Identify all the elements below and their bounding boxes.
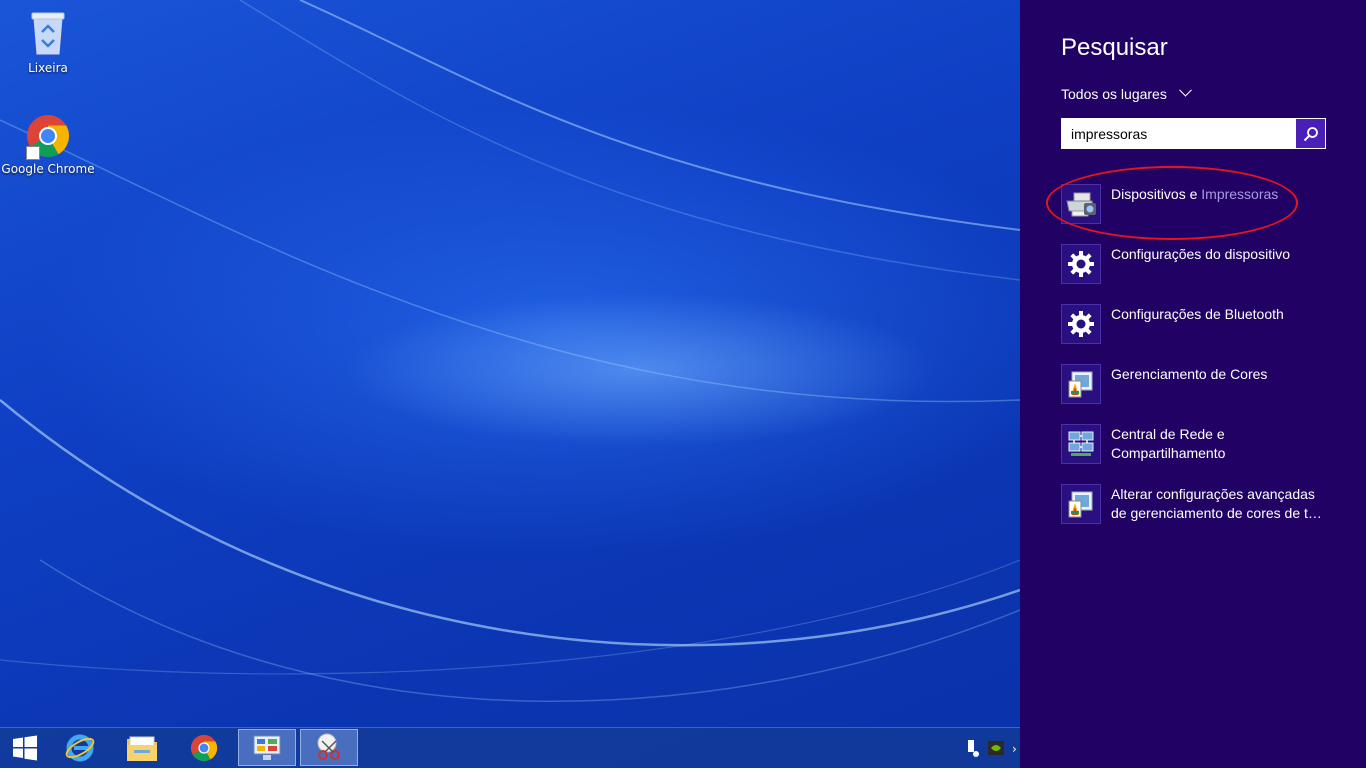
network-icon bbox=[1061, 424, 1101, 464]
search-result-advanced-color-settings[interactable]: Alterar configurações avançadas de geren… bbox=[1061, 484, 1351, 526]
svg-text:›: › bbox=[1012, 742, 1017, 756]
desktop-icon-label: Lixeira bbox=[28, 61, 68, 75]
chevron-down-icon bbox=[1178, 83, 1192, 97]
search-result-network-center[interactable]: Central de Rede e Compartilhamento bbox=[1061, 424, 1351, 466]
internet-explorer-icon bbox=[65, 734, 95, 761]
taskbar-file-explorer[interactable] bbox=[114, 729, 170, 766]
search-result-device-settings[interactable]: Configurações do dispositivo bbox=[1061, 244, 1351, 286]
shortcut-arrow-icon bbox=[26, 146, 40, 160]
taskbar-internet-explorer[interactable] bbox=[52, 729, 108, 766]
search-scope-dropdown[interactable]: Todos os lugares bbox=[1061, 83, 1192, 102]
search-pane: Pesquisar Todos os lugares Dispositivos … bbox=[1020, 0, 1366, 768]
search-result-bluetooth-settings[interactable]: Configurações de Bluetooth bbox=[1061, 304, 1351, 346]
search-box bbox=[1061, 118, 1326, 149]
search-input[interactable] bbox=[1062, 119, 1314, 148]
taskbar-control-panel[interactable] bbox=[238, 729, 296, 766]
search-result-label: Central de Rede e Compartilhamento bbox=[1111, 426, 1226, 461]
action-center-icon bbox=[968, 740, 979, 757]
folder-icon bbox=[127, 736, 157, 761]
taskbar-snipping-tool[interactable] bbox=[300, 729, 358, 766]
wallpaper-swirls bbox=[0, 0, 1020, 703]
desktop-icon-recycle-bin[interactable]: Lixeira bbox=[0, 8, 96, 75]
desktop-icon-chrome[interactable]: Google Chrome bbox=[0, 112, 96, 176]
color-management-icon bbox=[1061, 484, 1101, 524]
chrome-icon bbox=[24, 112, 72, 160]
search-title: Pesquisar bbox=[1061, 34, 1168, 61]
search-scope-label: Todos os lugares bbox=[1061, 86, 1167, 102]
start-button[interactable] bbox=[0, 729, 50, 766]
search-result-label: Configurações de Bluetooth bbox=[1111, 306, 1284, 322]
search-result-label: Alterar configurações avançadas de geren… bbox=[1111, 486, 1322, 521]
system-tray: › bbox=[960, 728, 1020, 768]
search-button[interactable] bbox=[1296, 119, 1325, 148]
desktop-icon-label: Google Chrome bbox=[1, 162, 95, 176]
search-result-color-management[interactable]: Gerenciamento de Cores bbox=[1061, 364, 1351, 406]
nvidia-icon bbox=[988, 741, 1004, 755]
color-management-icon bbox=[1061, 364, 1101, 404]
windows-logo-icon bbox=[13, 735, 37, 760]
scissors-icon bbox=[317, 733, 340, 760]
recycle-bin-icon bbox=[0, 8, 96, 59]
gear-icon bbox=[1061, 304, 1101, 344]
search-result-label: Configurações do dispositivo bbox=[1111, 246, 1290, 262]
search-result-label: Gerenciamento de Cores bbox=[1111, 366, 1268, 382]
annotation-ring bbox=[1046, 166, 1298, 240]
search-icon bbox=[1303, 126, 1318, 141]
control-panel-icon bbox=[253, 735, 281, 760]
taskbar: › bbox=[0, 727, 1020, 768]
gear-icon bbox=[1061, 244, 1101, 284]
chrome-icon bbox=[190, 734, 218, 761]
taskbar-chrome[interactable] bbox=[176, 729, 232, 766]
